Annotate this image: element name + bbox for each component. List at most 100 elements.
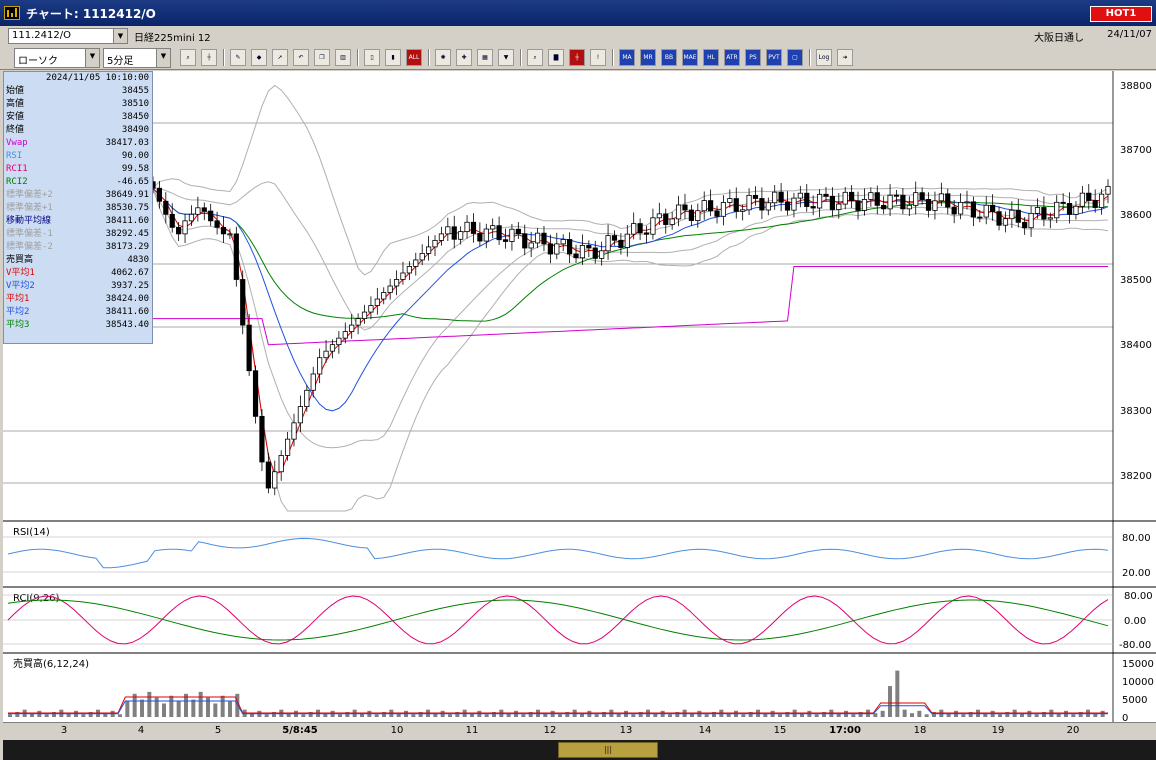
panel-row: 平均3 38543.40: [4, 319, 152, 332]
chevron-down-icon[interactable]: ▼: [113, 29, 127, 43]
zoom-button[interactable]: ⌕: [180, 49, 196, 66]
candle-body: [836, 203, 842, 210]
ma-button[interactable]: MA: [619, 49, 635, 66]
search-button[interactable]: ⌕: [527, 49, 543, 66]
bar-chart-button[interactable]: ▇: [548, 49, 564, 66]
bb-button[interactable]: BB: [661, 49, 677, 66]
volume-bar: [778, 714, 782, 717]
symbol-select[interactable]: 111.2412/O ▼: [8, 28, 128, 44]
ma2-line: [152, 187, 1109, 412]
candle-body: [368, 305, 374, 313]
split-button[interactable]: ┼: [569, 49, 585, 66]
time-axis-label: 5: [214, 725, 222, 736]
toolbar-separator: [223, 49, 225, 66]
mae-button[interactable]: MAE: [682, 49, 698, 66]
hot-badge[interactable]: HOT1: [1090, 6, 1152, 22]
panel-row: 標準偏差+1 38530.75: [4, 202, 152, 215]
volume-bar: [1071, 714, 1076, 717]
delete-button[interactable]: ▥: [335, 49, 351, 66]
pvt-button[interactable]: PVT: [766, 49, 782, 66]
chart-type-select[interactable]: ローソク ▼: [14, 48, 100, 68]
candle-body: [957, 201, 964, 215]
candle-body: [996, 211, 1002, 226]
candle-body: [426, 246, 432, 254]
hl-button[interactable]: HL: [703, 49, 719, 66]
candle-body: [163, 200, 169, 215]
bollinger-lower-2: [152, 188, 1109, 512]
tools-button[interactable]: ✚: [456, 49, 472, 66]
log-button[interactable]: Log: [816, 49, 832, 66]
copy-button[interactable]: ❐: [314, 49, 330, 66]
export-button[interactable]: ➜: [837, 49, 853, 66]
atr-button[interactable]: ATR: [724, 49, 740, 66]
volume-pane-title: 売買高(6,12,24): [13, 657, 89, 670]
candle-body: [1098, 193, 1105, 208]
scroll-thumb[interactable]: |||: [558, 742, 658, 758]
panel-row: 売買高 4830: [4, 254, 152, 267]
chevron-down-icon[interactable]: ▼: [85, 49, 99, 67]
candle-body: [451, 226, 457, 240]
candle-style-button[interactable]: ▯: [364, 49, 380, 66]
color-button[interactable]: ▦: [477, 49, 493, 66]
candle-body: [496, 225, 502, 241]
candle-style-2-button[interactable]: ▮: [385, 49, 401, 66]
price-tick-label: 38800: [1120, 81, 1152, 92]
candle-body: [355, 318, 361, 326]
pointer-button[interactable]: ➚: [272, 49, 288, 66]
candle-body: [310, 373, 316, 391]
panel-row-value: 38450: [121, 112, 149, 122]
frame-button[interactable]: ▢: [787, 49, 803, 66]
panel-row-value: 38543.40: [105, 320, 149, 330]
panel-row-label: 始値: [6, 86, 25, 96]
toolbar-separator: [520, 49, 522, 66]
volume-bar: [902, 709, 907, 717]
volume-tick-label: 10000: [1122, 677, 1154, 688]
crosshair-icon: ┼: [207, 54, 211, 61]
order-button[interactable]: ▼: [498, 49, 514, 66]
all-button[interactable]: ALL: [406, 49, 422, 66]
time-axis-label: 12: [543, 725, 557, 736]
log-icon: Log: [818, 54, 830, 61]
candle-body: [579, 245, 586, 259]
crosshair-button[interactable]: ┼: [201, 49, 217, 66]
candle-body: [567, 239, 573, 255]
fill-button[interactable]: ◆: [251, 49, 267, 66]
rsi-line: [7, 537, 1109, 569]
candle-body: [265, 461, 271, 489]
candle-body: [342, 331, 348, 339]
candle-body: [983, 204, 989, 218]
candle-body: [643, 232, 650, 235]
chart-area[interactable]: 38800 38700 38600 38500 38400 38300 38200 RSI(1…: [3, 71, 1156, 722]
candle-body: [1060, 201, 1066, 204]
candle-body: [868, 192, 874, 200]
candle-body: [970, 201, 977, 218]
candle-body: [849, 191, 855, 202]
candle-body: [906, 204, 912, 210]
candle-body: [945, 193, 951, 208]
candle-body: [208, 210, 214, 222]
settings-button[interactable]: ✺: [435, 49, 451, 66]
candle-body: [406, 266, 412, 274]
trendline-button[interactable]: ✎: [230, 49, 246, 66]
undo-icon: ↶: [298, 54, 304, 61]
undo-button[interactable]: ↶: [293, 49, 309, 66]
chart-canvas[interactable]: 38800 38700 38600 38500 38400 38300 38200 RSI(1…: [3, 71, 1156, 722]
interval-select[interactable]: 5分足 ▼: [103, 48, 171, 68]
candle-body: [1009, 209, 1015, 220]
pvt-icon: PVT: [768, 54, 780, 61]
alert-button[interactable]: !: [590, 49, 606, 66]
navigator-strip[interactable]: |||: [3, 740, 1156, 760]
palette-icon: ▦: [482, 54, 488, 61]
candle-body: [182, 220, 188, 235]
mr-button[interactable]: MR: [640, 49, 656, 66]
panel-row-value: -46.65: [116, 177, 149, 187]
gear-icon: ✺: [440, 54, 446, 61]
toolbar-separator: [612, 49, 614, 66]
candle-body: [752, 194, 759, 199]
volume-bar: [704, 714, 709, 717]
chevron-down-icon[interactable]: ▼: [156, 49, 170, 67]
candle-body: [746, 194, 752, 211]
psar-button[interactable]: PS: [745, 49, 761, 66]
panel-row-value: 90.00: [121, 151, 149, 161]
candle-body: [932, 200, 938, 211]
